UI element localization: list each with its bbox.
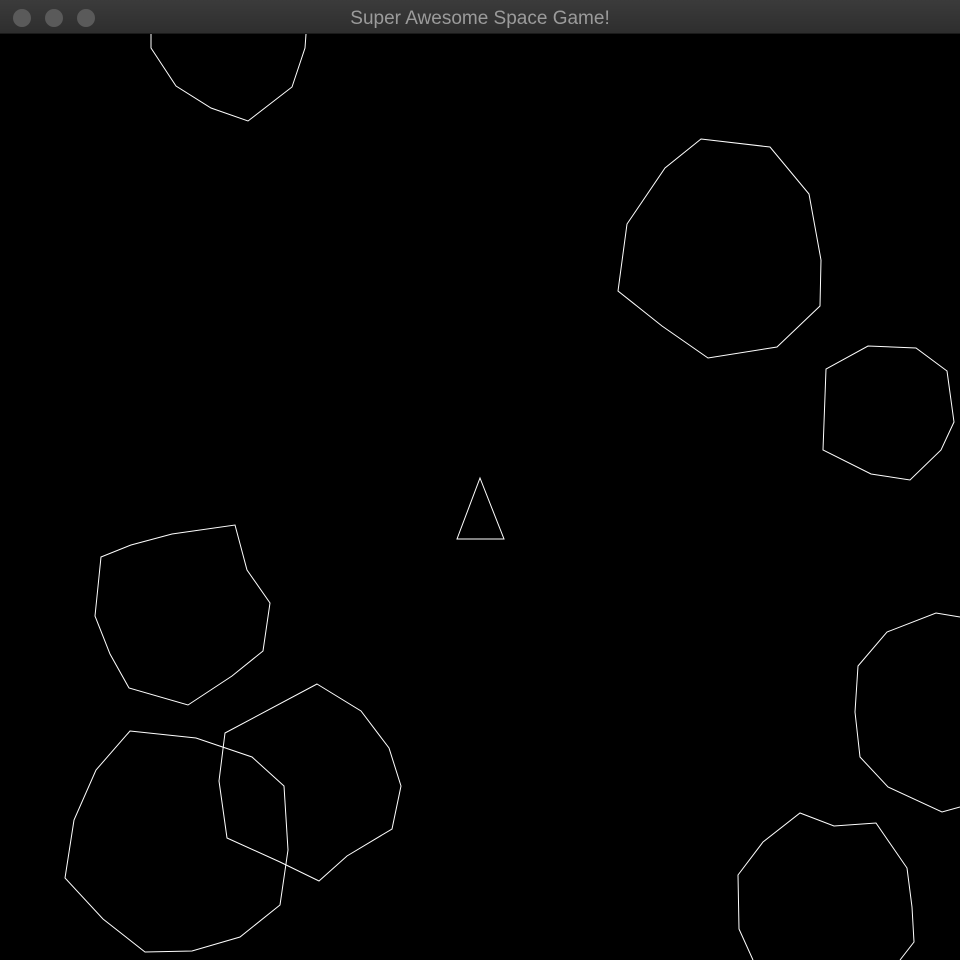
asteroid-1: [150, 34, 307, 122]
asteroid-8: [737, 812, 915, 960]
game-window: Super Awesome Space Game!: [0, 0, 960, 960]
asteroid-3: [822, 345, 955, 481]
asteroid-5: [64, 730, 289, 953]
game-svg: [64, 34, 960, 960]
asteroid-4: [94, 524, 271, 706]
title-bar[interactable]: Super Awesome Space Game!: [0, 0, 960, 34]
window-title: Super Awesome Space Game!: [350, 8, 610, 29]
game-canvas[interactable]: [0, 34, 960, 960]
asteroid-6: [218, 683, 402, 882]
asteroid-2: [617, 138, 822, 359]
asteroid-7: [854, 612, 960, 813]
player-ship: [456, 476, 505, 540]
